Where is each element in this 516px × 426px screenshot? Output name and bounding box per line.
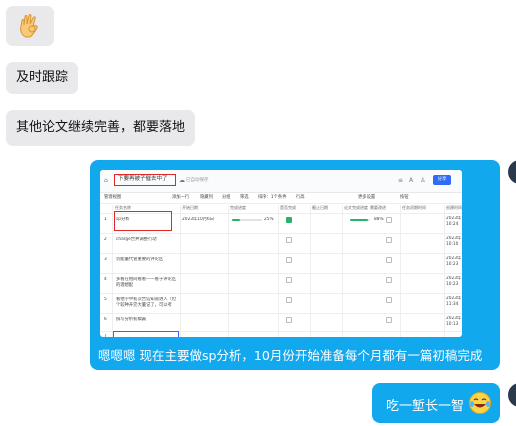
shared-screenshot[interactable]: ⌂ 下要再被子催去中了 ☁ 已自动保存 ≡ A ♙ 分享 管理视图 添加一行 隐… xyxy=(100,170,462,337)
column-header: 创建时间 xyxy=(446,205,462,210)
done-checkbox xyxy=(286,297,292,303)
column-divider xyxy=(180,205,181,337)
done-checkbox xyxy=(286,217,292,223)
avatar[interactable] xyxy=(508,383,516,407)
highlight-box xyxy=(114,211,172,231)
home-icon: ⌂ xyxy=(104,177,108,184)
toolbar-item: 分组 xyxy=(222,195,231,200)
done-checkbox xyxy=(286,237,292,243)
toolbar-item: 隐藏列 xyxy=(200,195,213,200)
paper-progress-fill xyxy=(350,219,368,221)
row-number: 2 xyxy=(104,237,107,242)
avatar[interactable] xyxy=(508,160,516,184)
message-text: 及时跟踪 xyxy=(16,70,69,85)
column-header: 需要改进 xyxy=(370,205,386,210)
cloud-icon: ☁ xyxy=(179,177,185,184)
laughing-tears-face-icon xyxy=(469,392,491,414)
message-bubble-image[interactable]: ⌂ 下要再被子催去中了 ☁ 已自动保存 ≡ A ♙ 分享 管理视图 添加一行 隐… xyxy=(90,160,500,370)
created-time: 2023年 10:13 xyxy=(446,316,462,327)
saved-status: 已自动保存 xyxy=(186,178,209,183)
created-time: 2023年 10:23 xyxy=(446,276,462,287)
deadline-checkbox xyxy=(386,277,392,283)
row-number: 5 xyxy=(104,297,107,302)
start-date: 2023年10月6日 xyxy=(182,217,215,222)
doc-toolbar: 管理视图 添加一行 隐藏列 分组 筛选 排序：1个条件 行高 更多设置 按钮 xyxy=(100,192,462,204)
row-divider xyxy=(100,253,462,254)
deadline-checkbox xyxy=(386,237,392,243)
column-divider xyxy=(342,205,343,337)
message-bubble-text[interactable]: 其他论文继续完善，都要落地 xyxy=(6,110,196,146)
column-divider xyxy=(400,205,401,337)
row-divider xyxy=(100,233,462,234)
column-divider xyxy=(228,205,229,337)
column-header: 开始日期 xyxy=(182,205,198,210)
column-divider xyxy=(444,205,445,337)
done-checkbox xyxy=(286,317,292,323)
progress-label: 25% xyxy=(264,217,274,222)
toolbar-item: 排序：1个条件 xyxy=(258,195,287,200)
toolbar-item: 管理视图 xyxy=(104,195,122,200)
ok-hand-emoji-icon xyxy=(20,14,38,38)
task-name: 撰写分析初稿篇 xyxy=(116,317,147,322)
progress-bar xyxy=(232,219,262,221)
toolbar-item: 添加一行 xyxy=(172,195,190,200)
message-text: 嗯嗯嗯 现在主要做sp分析，10月份开始准备每个月都有一篇初稿完成 xyxy=(98,348,483,363)
created-time: 2023年 10:23 xyxy=(446,256,462,267)
menu-icon: ≡ xyxy=(398,177,404,184)
toolbar-item: 行高 xyxy=(296,195,305,200)
column-header: 任务初期时间 xyxy=(402,205,426,210)
created-time: 2023年 10:10 xyxy=(446,236,462,247)
task-name: 负能量代管重要的评论区 xyxy=(116,257,164,262)
task-name: charge合并调整行动 xyxy=(116,237,157,242)
column-divider xyxy=(278,205,279,337)
row-number: 1 xyxy=(104,217,107,222)
task-name: 多看在相同看看——看于评论区的理想配 xyxy=(116,277,177,288)
row-divider xyxy=(100,273,462,274)
row-divider xyxy=(100,293,462,294)
column-divider xyxy=(310,205,311,337)
paper-progress-bar xyxy=(350,219,370,221)
row-number: 4 xyxy=(104,277,107,282)
done-checkbox xyxy=(286,277,292,283)
progress-fill xyxy=(232,219,240,221)
message-bubble-text[interactable]: 吃一堑长一智 xyxy=(372,383,500,423)
row-number: 7 xyxy=(104,334,107,337)
column-header: 论文完成进度 xyxy=(344,205,368,210)
done-checkbox xyxy=(286,257,292,263)
selected-cell xyxy=(113,331,179,337)
font-icon: A xyxy=(409,177,414,184)
doc-topbar: ⌂ 下要再被子催去中了 ☁ 已自动保存 ≡ A ♙ 分享 xyxy=(100,170,462,193)
toolbar-item: 筛选 xyxy=(240,195,249,200)
share-button: 分享 xyxy=(433,175,451,185)
user-add-icon: ♙ xyxy=(420,177,426,184)
deadline-checkbox xyxy=(386,257,392,263)
column-header: 截止日期 xyxy=(312,205,328,210)
created-time: 2023年 10:24 xyxy=(446,216,462,227)
created-time: 2023年 11:34 xyxy=(446,296,462,307)
toolbar-item: 按钮 xyxy=(400,195,409,200)
message-bubble-emoji[interactable] xyxy=(6,6,54,46)
task-name: 看他学申初次合信知道进入（但个较种开完大量记了，可以考 xyxy=(116,297,177,308)
column-divider xyxy=(112,205,113,337)
column-header: 是否完成 xyxy=(280,205,296,210)
message-text: 其他论文继续完善，都要落地 xyxy=(16,120,186,135)
message-bubble-text[interactable]: 及时跟踪 xyxy=(6,62,79,94)
toolbar-item: 更多设置 xyxy=(358,195,376,200)
message-text: 吃一堑长一智 xyxy=(386,399,465,414)
paper-progress-label: 88% xyxy=(374,217,384,222)
row-number: 6 xyxy=(104,317,107,322)
doc-title: 下要再被子催去中了 xyxy=(114,174,176,186)
column-header: 完成进度 xyxy=(230,205,246,210)
deadline-checkbox xyxy=(386,297,392,303)
deadline-checkbox xyxy=(386,217,392,223)
row-number: 3 xyxy=(104,257,107,262)
deadline-checkbox xyxy=(386,317,392,323)
row-divider xyxy=(100,313,462,314)
